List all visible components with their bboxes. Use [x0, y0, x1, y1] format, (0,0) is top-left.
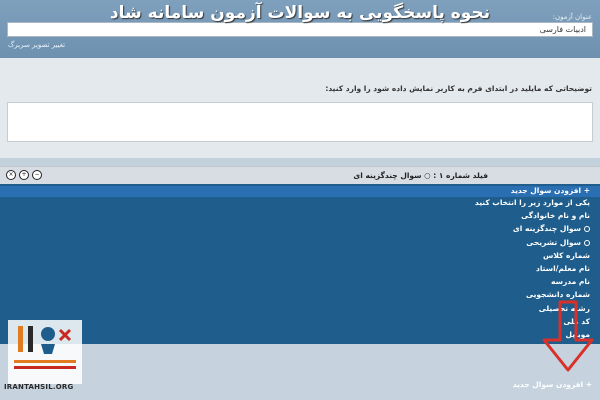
menu-item[interactable]: نام معلم/استاد: [440, 264, 590, 277]
add-question-option[interactable]: + افزودن سوال جدید: [511, 186, 590, 195]
iran-tahsil-logo: [8, 320, 82, 384]
description-textarea[interactable]: [7, 102, 593, 142]
watermark-site: IRANTAHSIL.ORG: [4, 383, 74, 391]
field-title: فیلد شماره ۱ : ○ سوال چندگزینه ای: [353, 171, 488, 180]
plus-icon[interactable]: +: [19, 170, 29, 180]
menu-item-label: نام مدرسه: [551, 277, 590, 287]
caption-banner: نحوه پاسخگویی به سوالات آزمون سامانه شاد: [109, 3, 491, 23]
description-label: توضیحاتی که مایلید در ابتدای فرم به کارب…: [325, 84, 592, 93]
radio-icon: [584, 226, 590, 233]
menu-item-label: سوال تشریحی: [526, 237, 581, 247]
close-icon[interactable]: ×: [6, 170, 16, 180]
menu-item-label: شماره کلاس: [543, 250, 590, 260]
title-input[interactable]: ادبیات فارسی: [7, 22, 593, 37]
menu-item[interactable]: نام و نام خانوادگی: [440, 211, 590, 224]
menu-item[interactable]: سوال تشریحی: [440, 238, 590, 251]
red-arrow-icon: [542, 300, 594, 372]
menu-item[interactable]: نام مدرسه: [440, 277, 590, 290]
menu-item[interactable]: سوال چندگزینه ای: [440, 224, 590, 237]
menu-item-label: سوال چندگزینه ای: [512, 224, 581, 234]
radio-icon: [584, 239, 590, 246]
description-panel: توضیحاتی که مایلید در ابتدای فرم به کارب…: [0, 58, 600, 158]
screen: عنوان آزمون: ادبیات فارسی تغییر تصویر سر…: [0, 0, 600, 400]
menu-item[interactable]: یکی از موارد زیر را انتخاب کنید: [440, 198, 590, 211]
menu-item-label: نام و نام خانوادگی: [521, 211, 590, 221]
lower-area: [0, 344, 600, 400]
menu-item-label: یکی از موارد زیر را انتخاب کنید: [474, 198, 590, 207]
minus-icon[interactable]: −: [32, 170, 42, 180]
field-actions: × + −: [6, 170, 42, 180]
menu-item-label: نام معلم/استاد: [536, 263, 590, 273]
menu-item-label: شماره دانشجویی: [526, 290, 590, 300]
change-cover-link[interactable]: تغییر تصویر سربرگ: [8, 41, 65, 49]
menu-item[interactable]: شماره کلاس: [440, 251, 590, 264]
add-question-bottom[interactable]: + افزودن سوال جدید: [513, 380, 592, 389]
field-bar: فیلد شماره ۱ : ○ سوال چندگزینه ای × + −: [0, 166, 600, 184]
